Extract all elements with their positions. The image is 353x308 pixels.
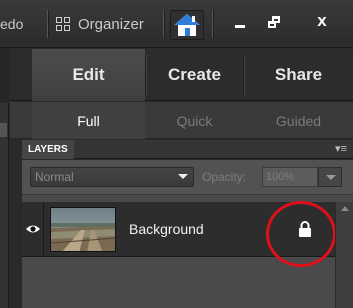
tab-edit[interactable]: Edit xyxy=(32,49,145,101)
titlebar-divider xyxy=(47,10,48,38)
organizer-label: Organizer xyxy=(78,15,144,33)
opacity-input[interactable]: 100% xyxy=(262,167,318,187)
close-icon: x xyxy=(317,11,327,30)
subtab-quick[interactable]: Quick xyxy=(146,102,243,139)
minimize-button[interactable] xyxy=(230,12,250,34)
opacity-label: Opacity: xyxy=(202,170,247,184)
chevron-down-icon xyxy=(178,174,188,179)
titlebar-divider xyxy=(212,10,213,38)
panel-menu-icon[interactable]: ▾≡ xyxy=(335,140,347,159)
left-panel-edge-top xyxy=(0,49,9,103)
home-icon xyxy=(174,14,200,36)
layers-panel-header: LAYERS ▾≡ xyxy=(22,140,353,159)
subtab-guided[interactable]: Guided xyxy=(244,102,353,139)
organizer-icon xyxy=(56,17,70,31)
opacity-dropdown-button[interactable] xyxy=(318,167,342,187)
layers-panel-tab[interactable]: LAYERS xyxy=(22,140,74,159)
blend-mode-select[interactable]: Normal xyxy=(30,167,194,187)
mode-tab-bar: Edit Create Share xyxy=(10,49,353,101)
sub-tab-bar: Full Quick Guided xyxy=(10,102,353,139)
layer-options-row: Normal Opacity: 100% xyxy=(22,160,353,195)
visibility-toggle[interactable] xyxy=(22,202,44,257)
annotation-circle xyxy=(266,201,336,267)
scroll-up-icon[interactable] xyxy=(341,206,349,211)
layers-scrollbar[interactable] xyxy=(335,202,353,308)
close-button[interactable]: x xyxy=(310,8,334,34)
eye-icon xyxy=(26,225,40,233)
tab-share[interactable]: Share xyxy=(244,49,353,101)
minimize-icon xyxy=(235,25,245,28)
blend-mode-value: Normal xyxy=(35,170,74,184)
layer-thumbnail xyxy=(50,207,116,252)
restore-button[interactable] xyxy=(264,12,284,34)
titlebar-divider xyxy=(163,10,164,38)
chevron-down-icon xyxy=(326,175,336,180)
tab-create[interactable]: Create xyxy=(146,49,243,101)
home-button[interactable] xyxy=(170,10,204,40)
layer-name[interactable]: Background xyxy=(129,221,204,237)
redo-label[interactable]: edo xyxy=(0,16,23,32)
organizer-button[interactable]: Organizer xyxy=(54,8,162,40)
subtab-full[interactable]: Full xyxy=(32,102,145,139)
left-panel-scroll-thumb[interactable] xyxy=(0,123,7,137)
